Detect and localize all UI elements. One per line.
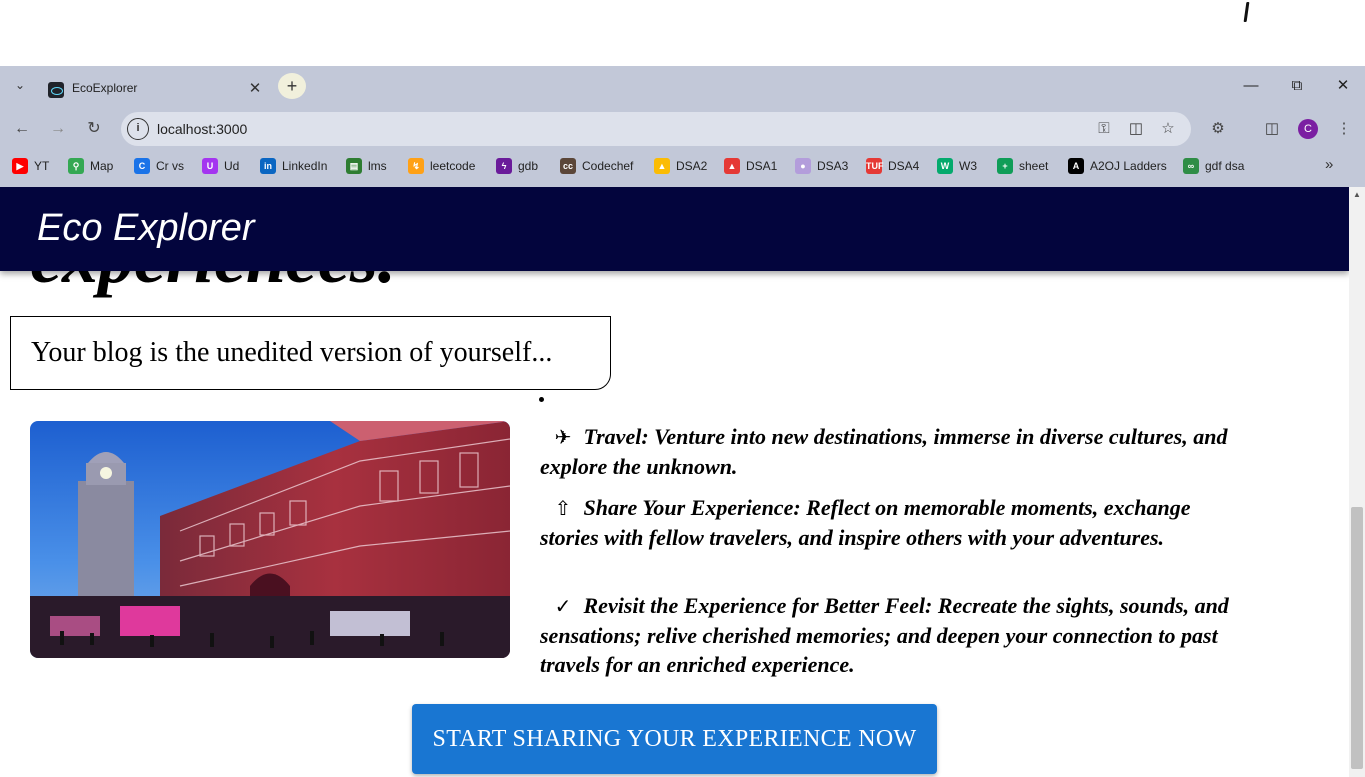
close-tab-icon[interactable]: ✕ [246, 79, 264, 97]
bookmark-gdb[interactable]: ϟ gdb [496, 158, 538, 174]
bookmark-favicon-icon: U [202, 158, 218, 174]
restore-icon[interactable]: ⧉ [1282, 75, 1312, 97]
bookmark-favicon-icon: ▲ [724, 158, 740, 174]
bookmark-ud[interactable]: U Ud [202, 158, 239, 174]
bookmark-favicon-icon: ⚲ [68, 158, 84, 174]
city-palace-image [30, 421, 510, 658]
page-viewport: experiences. Eco Explorer Your blog is t… [0, 187, 1349, 777]
key-icon[interactable]: ⚿ [1093, 119, 1115, 139]
bookmark-w3[interactable]: W W3 [937, 158, 977, 174]
bookmark-label: Map [90, 159, 114, 173]
bookmark-linkedin[interactable]: in LinkedIn [260, 158, 327, 174]
bookmark-label: A2OJ Ladders [1090, 159, 1167, 173]
address-bar[interactable] [121, 112, 1191, 146]
bookmark-label: gdb [518, 159, 539, 173]
bookmark-favicon-icon: W [937, 158, 953, 174]
back-icon[interactable]: ← [10, 117, 34, 141]
more-bookmarks-icon[interactable]: » [1325, 156, 1333, 173]
share-icon: ⇧ [554, 496, 572, 520]
feature-revisit: ✓ Revisit the Experience for Better Feel… [540, 591, 1240, 679]
tab-strip: ⌄ EcoExplorer ✕ [0, 66, 1365, 106]
install-app-icon[interactable]: ◫ [1125, 119, 1147, 139]
close-window-icon[interactable]: ✕ [1328, 75, 1358, 97]
new-tab-button[interactable]: + [278, 73, 306, 99]
bookmark-favicon-icon: ∞ [1183, 158, 1199, 174]
feature-travel: ✈ Travel: Venture into new destinations,… [540, 422, 1240, 481]
bookmark-label: LinkedIn [282, 159, 328, 173]
tab-title: EcoExplorer [72, 81, 138, 95]
bookmark-label: YT [34, 159, 50, 173]
bookmark-label: lms [368, 159, 387, 173]
feature-text: Travel: Venture into new destinations, i… [540, 424, 1228, 479]
bookmark-dsa3[interactable]: ● DSA3 [795, 158, 848, 174]
bookmark-dsa2[interactable]: ▲ DSA2 [654, 158, 707, 174]
start-sharing-button[interactable]: START SHARING YOUR EXPERIENCE NOW [412, 704, 937, 774]
bookmark-label: gdf dsa [1205, 159, 1245, 173]
scroll-up-arrow-icon[interactable]: ▲ [1352, 190, 1362, 200]
bookmark-label: leetcode [430, 159, 476, 173]
bookmark-dsa1[interactable]: ▲ DSA1 [724, 158, 777, 174]
quote-box: Your blog is the unedited version of you… [10, 316, 611, 390]
profile-avatar[interactable]: C [1298, 119, 1318, 139]
bookmark-favicon-icon: TUF [866, 158, 884, 174]
feature-share: ⇧ Share Your Experience: Reflect on memo… [540, 493, 1240, 552]
bookmark-favicon-icon: cc [560, 158, 576, 174]
brand-title[interactable]: Eco Explorer [37, 207, 255, 250]
bookmark-label: Codechef [582, 159, 634, 173]
feature-text: Revisit the Experience for Better Feel: … [540, 593, 1229, 677]
bookmark-favicon-icon: + [997, 158, 1013, 174]
minimize-icon[interactable]: — [1236, 75, 1266, 97]
tab-search-chevron-icon[interactable]: ⌄ [10, 78, 30, 94]
bookmark-favicon-icon: A [1068, 158, 1084, 174]
bookmark-label: DSA1 [746, 159, 778, 173]
side-panel-icon[interactable]: ◫ [1261, 119, 1283, 139]
bookmark-favicon-icon: ▶ [12, 158, 28, 174]
bookmark-yt[interactable]: ▶ YT [12, 158, 49, 174]
bookmark-favicon-icon: ↯ [408, 158, 424, 174]
bookmark-sheet[interactable]: + sheet [997, 158, 1048, 174]
list-bullet [539, 397, 544, 402]
navbar: Eco Explorer [0, 187, 1349, 271]
bookmark-cr-vs[interactable]: C Cr vs [134, 158, 184, 174]
bookmark-label: DSA3 [817, 159, 849, 173]
bookmark-a2oj-ladders[interactable]: A A2OJ Ladders [1068, 158, 1167, 174]
desktop-blank-area [0, 0, 1365, 66]
bookmark-leetcode[interactable]: ↯ leetcode [408, 158, 475, 174]
bookmark-label: Cr vs [156, 159, 184, 173]
bookmark-label: sheet [1019, 159, 1049, 173]
forward-icon[interactable]: → [46, 117, 70, 141]
bookmark-favicon-icon: C [134, 158, 150, 174]
extensions-icon[interactable]: ⚙ [1207, 119, 1229, 139]
bookmark-favicon-icon: in [260, 158, 276, 174]
bookmark-favicon-icon: ϟ [496, 158, 512, 174]
bookmark-label: Ud [224, 159, 240, 173]
bookmark-map[interactable]: ⚲ Map [68, 158, 113, 174]
bookmark-favicon-icon: ▲ [654, 158, 670, 174]
bookmark-star-icon[interactable]: ☆ [1157, 119, 1179, 139]
done-all-icon: ✓ [554, 594, 572, 618]
bookmark-dsa4[interactable]: TUF DSA4 [866, 158, 919, 174]
reload-icon[interactable]: ↻ [82, 117, 106, 141]
bookmark-label: W3 [959, 159, 977, 173]
bookmark-gdf-dsa[interactable]: ∞ gdf dsa [1183, 158, 1244, 174]
bookmark-favicon-icon: ● [795, 158, 811, 174]
bookmark-codechef[interactable]: cc Codechef [560, 158, 633, 174]
bookmark-label: DSA2 [676, 159, 708, 173]
flight-takeoff-icon: ✈ [554, 425, 572, 449]
quote-text: Your blog is the unedited version of you… [31, 337, 553, 368]
bookmark-label: DSA4 [888, 159, 920, 173]
menu-kebab-icon[interactable]: ⋮ [1333, 119, 1355, 139]
feature-text: Share Your Experience: Reflect on memora… [540, 495, 1191, 550]
tab-ecoexplorer[interactable]: EcoExplorer ✕ [38, 72, 270, 106]
site-info-icon[interactable]: i [127, 118, 149, 140]
bookmark-favicon-icon: ▤ [346, 158, 362, 174]
scrollbar-thumb[interactable] [1351, 507, 1363, 769]
bookmark-lms[interactable]: ▤ lms [346, 158, 387, 174]
react-icon [48, 82, 64, 98]
url-text[interactable]: localhost:3000 [157, 121, 247, 137]
